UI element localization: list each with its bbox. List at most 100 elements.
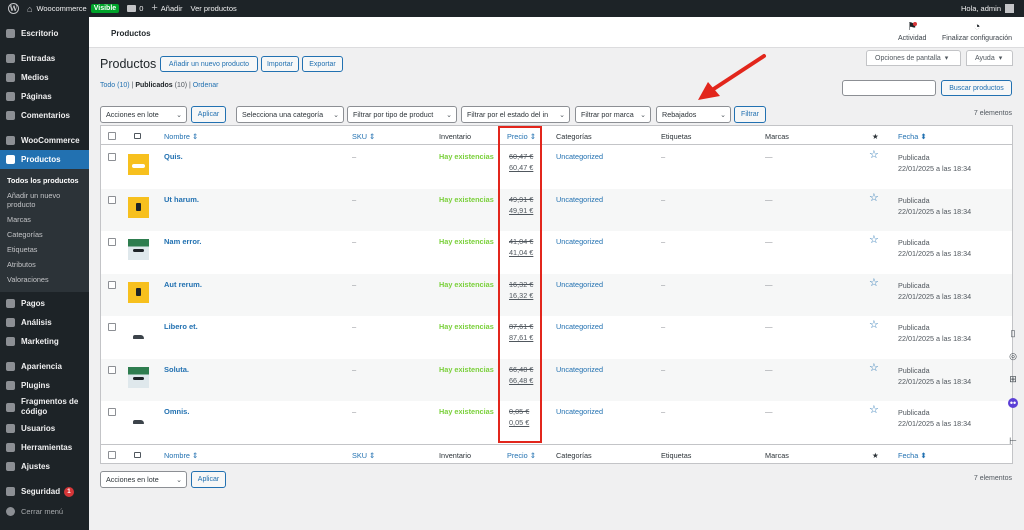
search-input[interactable] xyxy=(842,80,936,96)
sidebar-item-paginas[interactable]: Páginas xyxy=(0,87,89,106)
product-name-link[interactable]: Soluta. xyxy=(164,365,189,374)
column-name[interactable]: Nombre ⇕ xyxy=(164,132,198,141)
category-link[interactable]: Uncategorized xyxy=(556,195,603,204)
column-price[interactable]: Precio ⇕ xyxy=(507,451,536,460)
sidebar-item-pagos[interactable]: Pagos xyxy=(0,294,89,313)
collapse-menu-button[interactable]: Cerrar menú xyxy=(0,507,89,516)
bulk-action-select[interactable]: Acciones en lote ⌄ xyxy=(100,106,187,123)
sidebar-toggle-icon[interactable]: ⊢ xyxy=(1008,436,1018,446)
submenu-categories[interactable]: Categorías xyxy=(0,227,89,242)
column-date[interactable]: Fecha ⬍ xyxy=(898,132,926,141)
product-name-link[interactable]: Omnis. xyxy=(164,407,189,416)
column-sku[interactable]: SKU ⇕ xyxy=(352,132,375,141)
row-checkbox[interactable] xyxy=(108,195,116,204)
column-sku[interactable]: SKU ⇕ xyxy=(352,451,375,460)
brand-filter-select[interactable]: Filtrar por marca ⌄ xyxy=(575,106,651,123)
new-content-link[interactable]: + Añadir xyxy=(151,3,182,14)
sidebar-item-marketing[interactable]: Marketing xyxy=(0,332,89,351)
submenu-all-products[interactable]: Todos los productos xyxy=(0,173,89,188)
sidebar-item-escritorio[interactable]: Escritorio xyxy=(0,24,89,43)
view-all-link[interactable]: Todo (10) xyxy=(100,82,130,89)
submenu-tags[interactable]: Etiquetas xyxy=(0,242,89,257)
submenu-brands[interactable]: Marcas xyxy=(0,212,89,227)
search-products-button[interactable]: Buscar productos xyxy=(941,80,1012,96)
category-link[interactable]: Uncategorized xyxy=(556,322,603,331)
row-checkbox[interactable] xyxy=(108,238,116,246)
sidebar-item-apariencia[interactable]: Apariencia xyxy=(0,357,89,376)
stock-status-filter-select[interactable]: Filtrar por el estado del in ⌄ xyxy=(461,106,570,123)
featured-star-icon[interactable]: ☆ xyxy=(869,150,879,161)
book-icon[interactable]: ▯ xyxy=(1008,328,1018,338)
product-thumbnail[interactable] xyxy=(128,324,149,345)
featured-star-icon[interactable]: ☆ xyxy=(869,362,879,374)
submenu-reviews[interactable]: Valoraciones xyxy=(0,272,89,287)
featured-star-icon[interactable]: ☆ xyxy=(869,405,879,416)
assistant-icon[interactable]: •• xyxy=(1008,398,1018,408)
sidebar-item-productos[interactable]: Productos xyxy=(0,150,89,169)
target-icon[interactable]: ◎ xyxy=(1008,351,1018,361)
view-published-link[interactable]: Publicados xyxy=(135,82,172,89)
sidebar-item-plugins[interactable]: Plugins xyxy=(0,376,89,395)
product-name-link[interactable]: Ut harum. xyxy=(164,195,199,204)
row-checkbox[interactable] xyxy=(108,365,116,374)
sidebar-item-ajustes[interactable]: Ajustes xyxy=(0,457,89,476)
help-button[interactable]: Ayuda ▾ xyxy=(966,50,1013,66)
category-link[interactable]: Uncategorized xyxy=(556,280,603,289)
product-name-link[interactable]: Libero et. xyxy=(164,322,198,331)
sidebar-item-woocommerce[interactable]: WooCommerce xyxy=(0,131,89,150)
featured-star-icon[interactable]: ☆ xyxy=(869,235,879,246)
bulk-action-select-bottom[interactable]: Acciones en lote ⌄ xyxy=(100,471,187,488)
category-link[interactable]: Uncategorized xyxy=(556,365,603,374)
comments-link[interactable]: 0 xyxy=(127,4,143,13)
featured-star-icon[interactable]: ☆ xyxy=(869,277,879,289)
product-thumbnail[interactable] xyxy=(128,281,149,303)
wordpress-logo-icon[interactable]: W xyxy=(8,3,19,14)
sidebar-item-fragmentos[interactable]: Fragmentos de código xyxy=(0,395,89,419)
apply-button[interactable]: Aplicar xyxy=(191,106,226,123)
finish-setup-button[interactable]: ◔ Finalizar configuración xyxy=(942,22,1012,43)
sidebar-item-usuarios[interactable]: Usuarios xyxy=(0,419,89,438)
sidebar-item-entradas[interactable]: Entradas xyxy=(0,49,89,68)
row-checkbox[interactable] xyxy=(108,280,116,289)
site-name-link[interactable]: ⌂ Woocommerce Visible xyxy=(27,4,120,14)
sidebar-item-herramientas[interactable]: Herramientas xyxy=(0,438,89,457)
sale-filter-select[interactable]: Rebajados ⌄ xyxy=(656,106,731,123)
column-featured-star[interactable]: ★ xyxy=(872,132,879,141)
product-thumbnail[interactable] xyxy=(128,366,149,388)
category-filter-select[interactable]: Selecciona una categoría ⌄ xyxy=(236,106,344,123)
import-button[interactable]: Importar xyxy=(261,56,299,72)
product-thumbnail[interactable] xyxy=(128,409,149,430)
column-date[interactable]: Fecha ⬍ xyxy=(898,451,926,460)
row-checkbox[interactable] xyxy=(108,408,116,416)
product-name-link[interactable]: Nam error. xyxy=(164,237,202,246)
activity-button[interactable]: ⚑ Actividad xyxy=(898,22,926,43)
submenu-attributes[interactable]: Atributos xyxy=(0,257,89,272)
sidebar-item-analisis[interactable]: Análisis xyxy=(0,313,89,332)
submenu-add-new[interactable]: Añadir un nuevo producto xyxy=(0,188,89,212)
add-new-product-button[interactable]: Añadir un nuevo producto xyxy=(160,56,258,72)
product-name-link[interactable]: Aut rerum. xyxy=(164,280,202,289)
view-sort-link[interactable]: Ordenar xyxy=(193,82,219,89)
select-all-checkbox[interactable] xyxy=(108,132,116,140)
featured-star-icon[interactable]: ☆ xyxy=(869,320,879,331)
product-name-link[interactable]: Quis. xyxy=(164,152,183,161)
column-featured-star[interactable]: ★ xyxy=(872,451,879,460)
sidebar-item-seguridad[interactable]: Seguridad 1 xyxy=(0,482,89,501)
product-thumbnail[interactable] xyxy=(128,239,149,260)
product-thumbnail[interactable] xyxy=(128,154,149,175)
view-products-link[interactable]: Ver productos xyxy=(190,4,236,13)
select-all-checkbox[interactable] xyxy=(108,451,116,459)
sidebar-item-comentarios[interactable]: Comentarios xyxy=(0,106,89,125)
category-link[interactable]: Uncategorized xyxy=(556,152,603,161)
account-menu[interactable]: Hola, admin xyxy=(961,0,1014,17)
row-checkbox[interactable] xyxy=(108,323,116,331)
category-link[interactable]: Uncategorized xyxy=(556,237,603,246)
featured-star-icon[interactable]: ☆ xyxy=(869,192,879,204)
apply-button-bottom[interactable]: Aplicar xyxy=(191,471,226,488)
export-button[interactable]: Exportar xyxy=(302,56,343,72)
row-checkbox[interactable] xyxy=(108,153,116,161)
product-type-filter-select[interactable]: Filtrar por tipo de product ⌄ xyxy=(347,106,457,123)
column-name[interactable]: Nombre ⇕ xyxy=(164,451,198,460)
filter-button[interactable]: Filtrar xyxy=(734,106,766,123)
sidebar-item-medios[interactable]: Medios xyxy=(0,68,89,87)
